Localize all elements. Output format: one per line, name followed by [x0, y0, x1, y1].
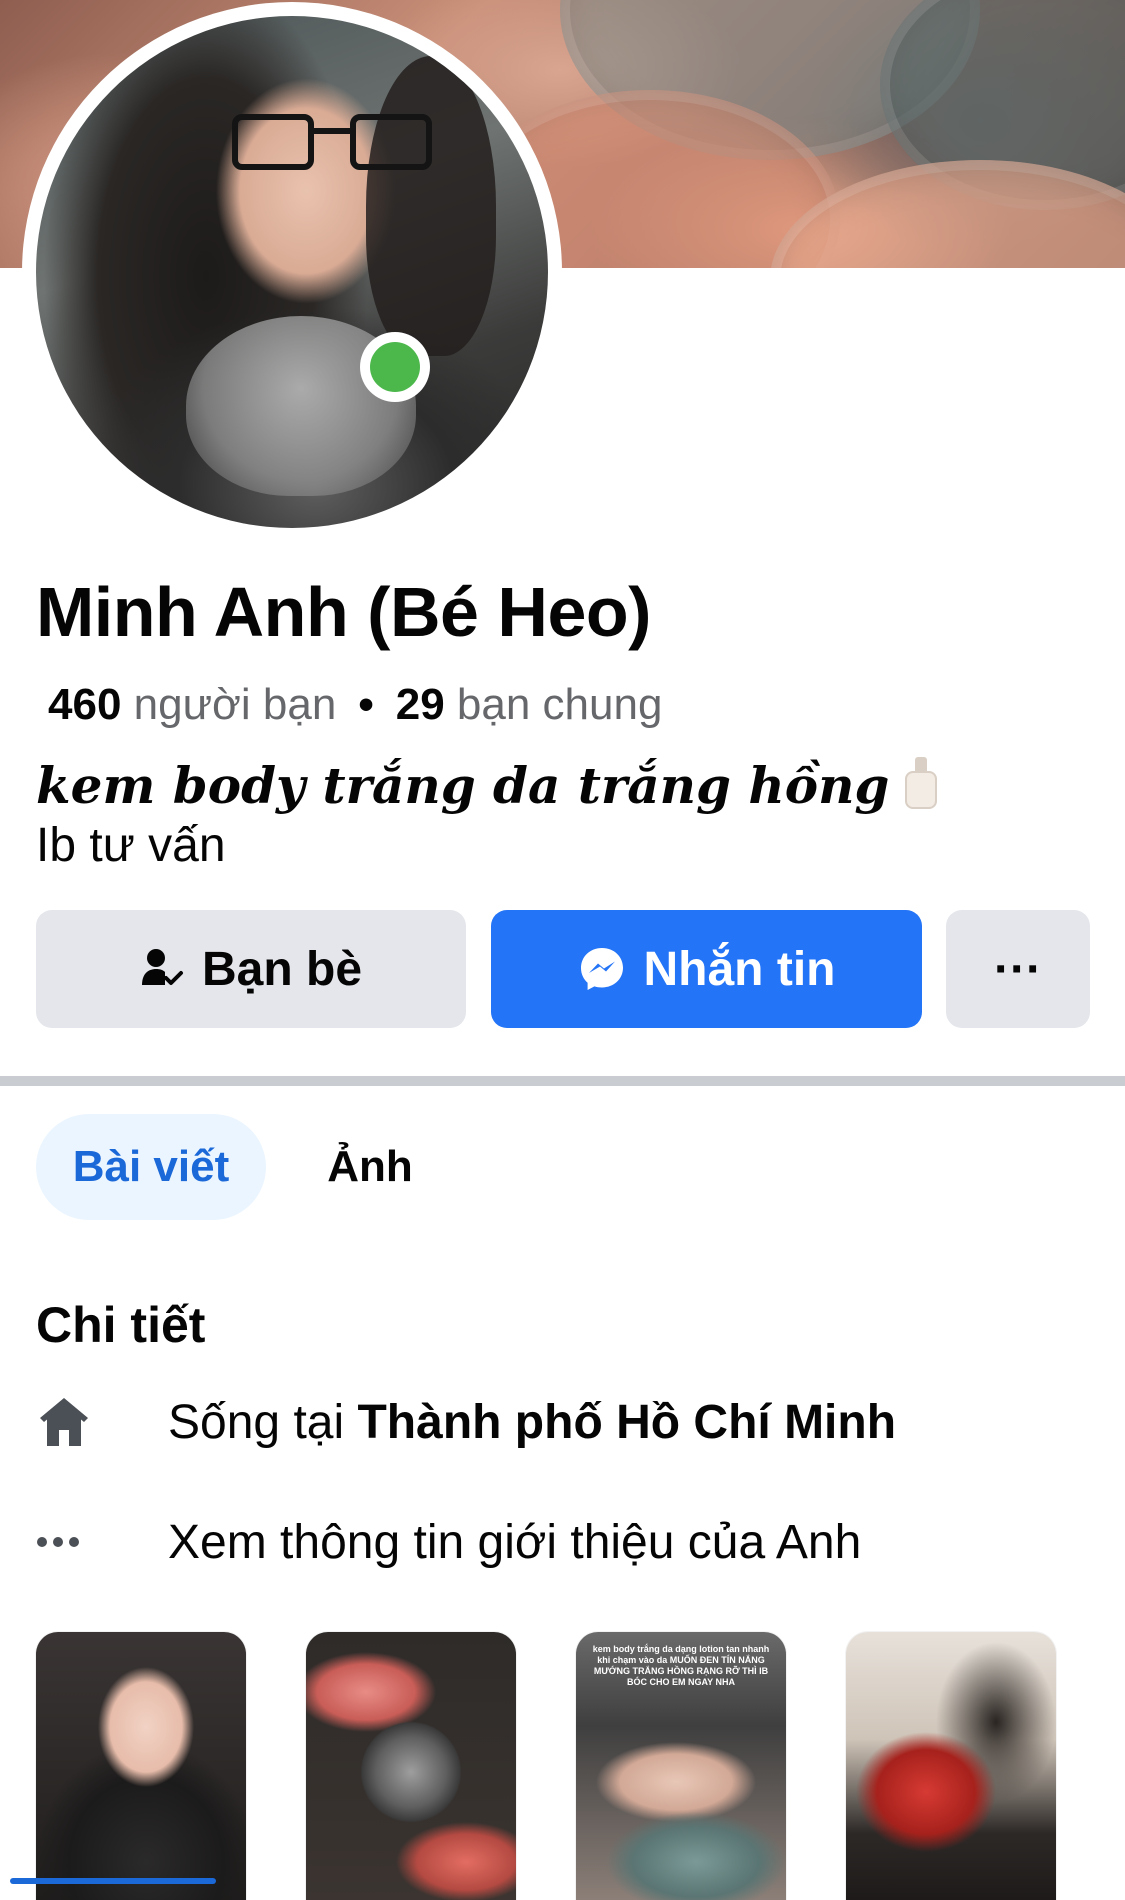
- message-button[interactable]: Nhắn tin: [491, 910, 922, 1028]
- friend-count: 460: [48, 680, 122, 729]
- mutual-friend-label: bạn chung: [456, 680, 663, 729]
- lotion-bottle-icon: [903, 757, 939, 809]
- messenger-icon: [578, 945, 626, 993]
- featured-photo-2[interactable]: [306, 1632, 516, 1900]
- photo-caption: kem body trắng da dạng lotion tan nhanh …: [592, 1644, 770, 1687]
- friends-button[interactable]: Bạn bè: [36, 910, 466, 1028]
- more-options-button[interactable]: ···: [946, 910, 1090, 1028]
- friends-button-label: Bạn bè: [201, 942, 363, 996]
- online-status-indicator: [360, 332, 430, 402]
- bio-line-1-text: kem body trắng da trắng hồng: [36, 756, 890, 815]
- profile-avatar[interactable]: [36, 16, 548, 528]
- stats-separator: •: [358, 680, 374, 729]
- friend-count-label: người bạn: [133, 680, 337, 729]
- friend-stats[interactable]: 460 người bạn • 29 bạn chung: [48, 680, 662, 730]
- avatar-hair: [366, 56, 496, 356]
- section-divider: [0, 1076, 1125, 1086]
- person-check-icon: [140, 947, 184, 991]
- details-heading: Chi tiết: [36, 1297, 206, 1353]
- scroll-indicator: [10, 1878, 216, 1884]
- tab-posts[interactable]: Bài viết: [36, 1114, 266, 1220]
- featured-photo-3[interactable]: kem body trắng da dạng lotion tan nhanh …: [576, 1632, 786, 1900]
- see-about-label: Xem thông tin giới thiệu của Anh: [168, 1515, 862, 1569]
- detail-see-about[interactable]: Xem thông tin giới thiệu của Anh: [36, 1507, 861, 1577]
- featured-photo-1[interactable]: [36, 1632, 246, 1900]
- bio-line-1: kem body trắng da trắng hồng: [36, 756, 939, 815]
- featured-photo-4[interactable]: [846, 1632, 1056, 1900]
- avatar-glasses: [232, 114, 432, 170]
- tab-photos[interactable]: Ảnh: [300, 1114, 440, 1220]
- bio-line-2: Ib tư vấn: [36, 819, 226, 872]
- mutual-friend-count: 29: [395, 680, 445, 729]
- message-button-label: Nhắn tin: [643, 942, 836, 996]
- more-horizontal-icon: [36, 1536, 98, 1548]
- detail-lives-in: Sống tại Thành phố Hồ Chí Minh: [36, 1387, 896, 1457]
- lives-city[interactable]: Thành phố Hồ Chí Minh: [357, 1395, 896, 1450]
- more-horizontal-icon: ···: [994, 942, 1042, 996]
- profile-name: Minh Anh (Bé Heo): [36, 573, 651, 651]
- lives-prefix: Sống tại: [168, 1395, 345, 1449]
- home-icon: [36, 1394, 98, 1450]
